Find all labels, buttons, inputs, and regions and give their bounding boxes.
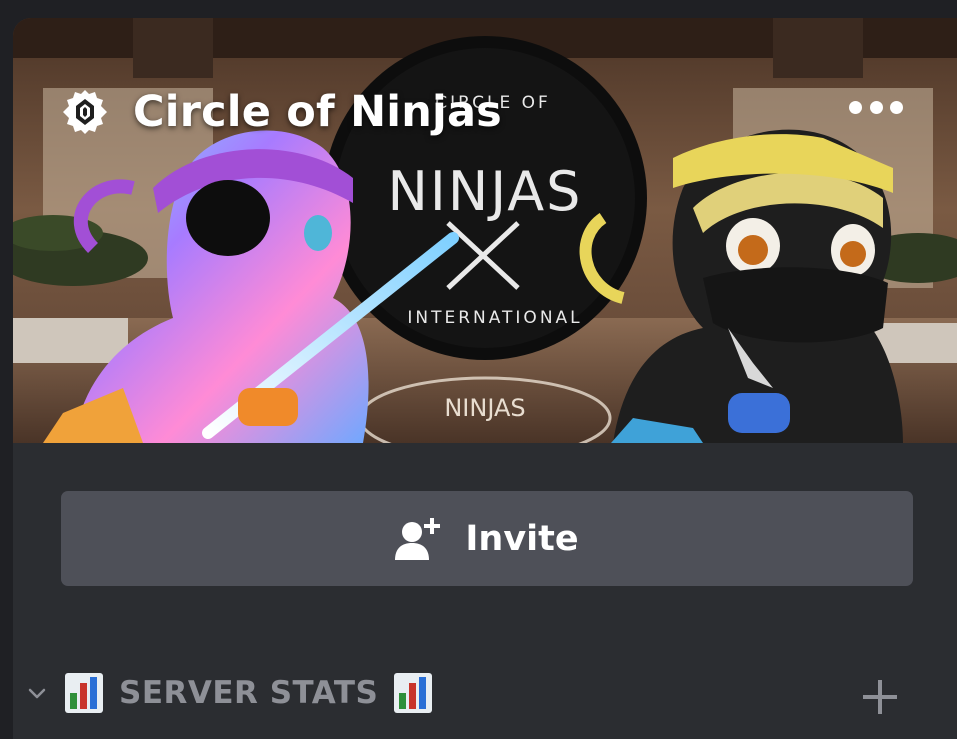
emblem-main-text: NINJAS	[388, 160, 583, 223]
floor-emblem-text: NINJAS	[444, 394, 525, 422]
bar-chart-icon	[65, 673, 103, 713]
invite-button[interactable]: Invite	[61, 491, 913, 586]
emblem-ring-bottom: INTERNATIONAL	[407, 308, 582, 328]
server-header[interactable]: Circle of Ninjas	[61, 84, 502, 140]
add-member-icon	[395, 517, 441, 560]
add-channel-plus-icon[interactable]	[861, 678, 899, 716]
more-dot-icon	[849, 100, 862, 114]
server-banner: NINJAS NINJAS CIRCLE OF INTERNATIONAL	[13, 18, 957, 443]
banner-artwork: NINJAS NINJAS CIRCLE OF INTERNATIONAL	[13, 18, 957, 443]
bar-chart-icon	[394, 673, 433, 713]
category-server-stats[interactable]: SERVER STATS	[27, 668, 433, 718]
server-sidebar: NINJAS NINJAS CIRCLE OF INTERNATIONAL Ci…	[13, 18, 957, 739]
invite-label: Invite	[465, 518, 579, 559]
more-options-button[interactable]	[849, 96, 903, 118]
server-name: Circle of Ninjas	[133, 87, 502, 137]
boost-badge-icon	[63, 90, 107, 134]
chevron-down-icon	[28, 688, 46, 699]
category-label: SERVER STATS	[119, 675, 379, 711]
more-dot-icon	[890, 100, 903, 114]
more-dot-icon	[869, 100, 883, 114]
